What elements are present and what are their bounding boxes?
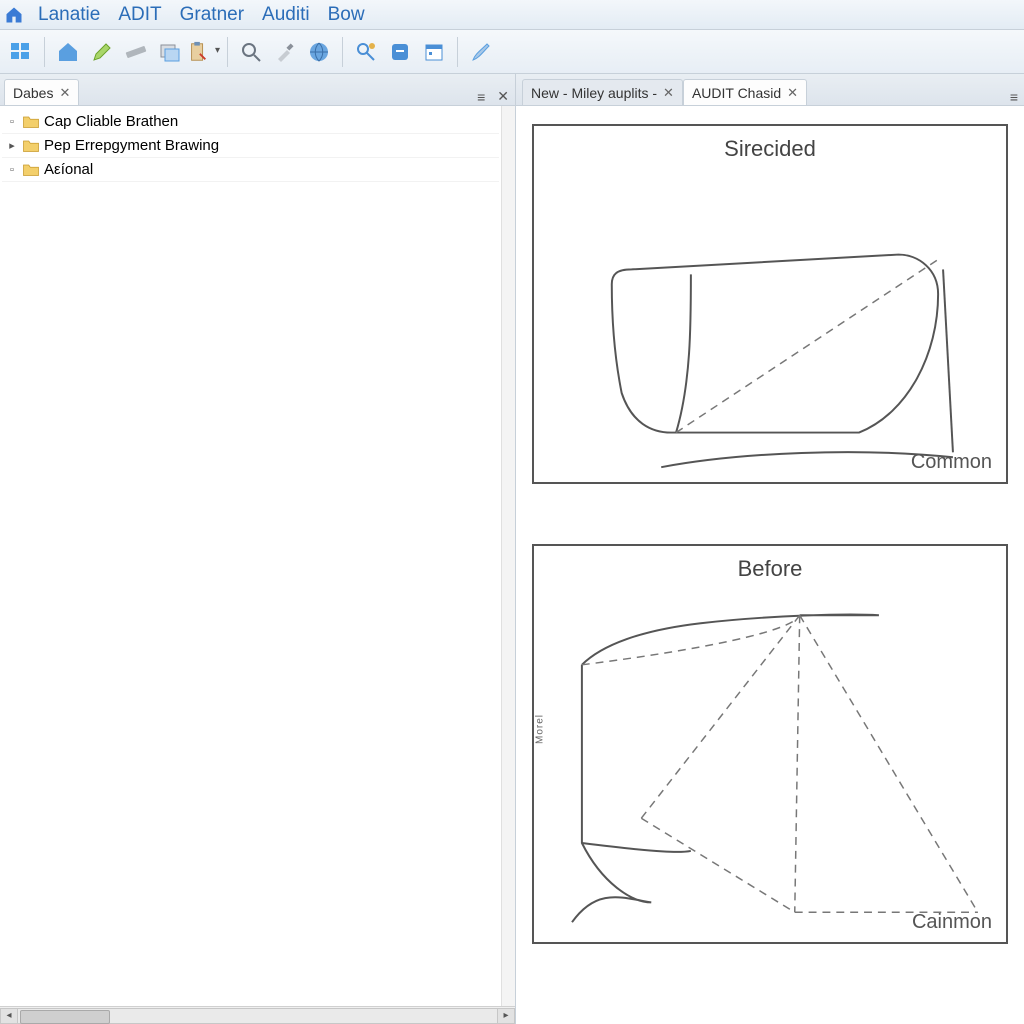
clipboard-dropdown-icon[interactable] — [187, 35, 221, 69]
close-icon[interactable]: ✕ — [787, 85, 798, 101]
figure-title: Sirecided — [724, 136, 816, 162]
figure-2: Before Mоrel Ca — [532, 544, 1008, 944]
left-panel: Dabes ✕ ≡ ✕ ▫ Cap Cliable Brathen — [0, 74, 516, 1024]
menu-item-gratner[interactable]: Gratner — [172, 1, 252, 29]
tree-item-label: Cap Cliable Brathen — [44, 113, 178, 130]
left-panel-tab[interactable]: Dabes ✕ — [4, 79, 79, 105]
document-tab[interactable]: New - Miley auplits - ✕ — [522, 79, 683, 105]
menu-item-bow[interactable]: Bow — [320, 1, 373, 29]
figure-footer: Cainmon — [912, 911, 992, 934]
figure-side-label: Mоrel — [535, 714, 546, 744]
drawing-canvas[interactable]: Sirecided Common Before Mоrel — [516, 106, 1024, 1024]
horizontal-scrollbar[interactable]: ◂ ▸ — [0, 1006, 515, 1024]
document-tab-label: New - Miley auplits - — [531, 85, 657, 101]
figure-1: Sirecided Common — [532, 124, 1008, 484]
folder-icon — [22, 114, 40, 130]
main-split: Dabes ✕ ≡ ✕ ▫ Cap Cliable Brathen — [0, 74, 1024, 1024]
app-home-icon[interactable] — [4, 5, 24, 25]
zoom-icon[interactable] — [234, 35, 268, 69]
document-tab[interactable]: AUDIT Chasid ✕ — [683, 79, 807, 105]
figure-title: Before — [738, 556, 803, 582]
folder-icon — [22, 138, 40, 154]
project-tree[interactable]: ▫ Cap Cliable Brathen ▸ Pep Errepgyment … — [0, 106, 501, 1006]
vertical-scrollbar[interactable] — [501, 106, 515, 1006]
calendar-icon[interactable] — [417, 35, 451, 69]
ruler-icon[interactable] — [119, 35, 153, 69]
left-panel-tab-label: Dabes — [13, 85, 53, 101]
figure-drawing — [534, 546, 1006, 942]
pencil-icon[interactable] — [85, 35, 119, 69]
figure-footer: Common — [911, 451, 992, 474]
scroll-right-arrow-icon[interactable]: ▸ — [497, 1008, 515, 1024]
toolbar-separator — [342, 37, 343, 67]
scroll-thumb[interactable] — [20, 1010, 110, 1024]
folder-icon — [22, 162, 40, 178]
tree-item[interactable]: ▫ Aεíonal — [2, 158, 499, 182]
layers-icon[interactable] — [153, 35, 187, 69]
windows-icon[interactable] — [4, 35, 38, 69]
menu-item-auditi[interactable]: Auditi — [254, 1, 318, 29]
scroll-track[interactable] — [18, 1008, 497, 1024]
expander-arrow-icon[interactable]: ▸ — [6, 140, 18, 152]
home-icon[interactable] — [51, 35, 85, 69]
toolbar-separator — [227, 37, 228, 67]
panel-menu-icon[interactable]: ≡ — [471, 89, 491, 105]
menu-item-lanatie[interactable]: Lanatie — [30, 1, 108, 29]
globe-icon[interactable] — [302, 35, 336, 69]
figure-drawing — [534, 126, 1006, 482]
scroll-left-arrow-icon[interactable]: ◂ — [0, 1008, 18, 1024]
tree-item-label: Pep Errepgyment Brawing — [44, 137, 219, 154]
right-panel: New - Miley auplits - ✕ AUDIT Chasid ✕ ≡… — [516, 74, 1024, 1024]
expander-box-icon[interactable]: ▫ — [6, 164, 18, 176]
tree-item[interactable]: ▫ Cap Cliable Brathen — [2, 110, 499, 134]
eyedropper-icon[interactable] — [268, 35, 302, 69]
tree-item-label: Aεíonal — [44, 161, 93, 178]
menu-bar: Lanatie ADIT Gratner Auditi Bow — [0, 0, 1024, 30]
brush-icon[interactable] — [464, 35, 498, 69]
menu-item-adit[interactable]: ADIT — [110, 1, 169, 29]
app-root: Lanatie ADIT Gratner Auditi Bow — [0, 0, 1024, 1024]
document-tab-label: AUDIT Chasid — [692, 85, 781, 101]
toolbar — [0, 30, 1024, 74]
close-icon[interactable]: ✕ — [663, 85, 674, 101]
panel-menu-icon[interactable]: ≡ — [1004, 89, 1024, 105]
tree-item[interactable]: ▸ Pep Errepgyment Brawing — [2, 134, 499, 158]
toolbar-separator — [44, 37, 45, 67]
close-icon[interactable]: ✕ — [491, 88, 515, 105]
expander-box-icon[interactable]: ▫ — [6, 116, 18, 128]
close-icon[interactable]: ✕ — [59, 85, 70, 101]
toolbar-separator — [457, 37, 458, 67]
blue-square-icon[interactable] — [383, 35, 417, 69]
wrench-search-icon[interactable] — [349, 35, 383, 69]
left-panel-tabstrip: Dabes ✕ ≡ ✕ — [0, 74, 515, 106]
document-tabstrip: New - Miley auplits - ✕ AUDIT Chasid ✕ ≡ — [516, 74, 1024, 106]
